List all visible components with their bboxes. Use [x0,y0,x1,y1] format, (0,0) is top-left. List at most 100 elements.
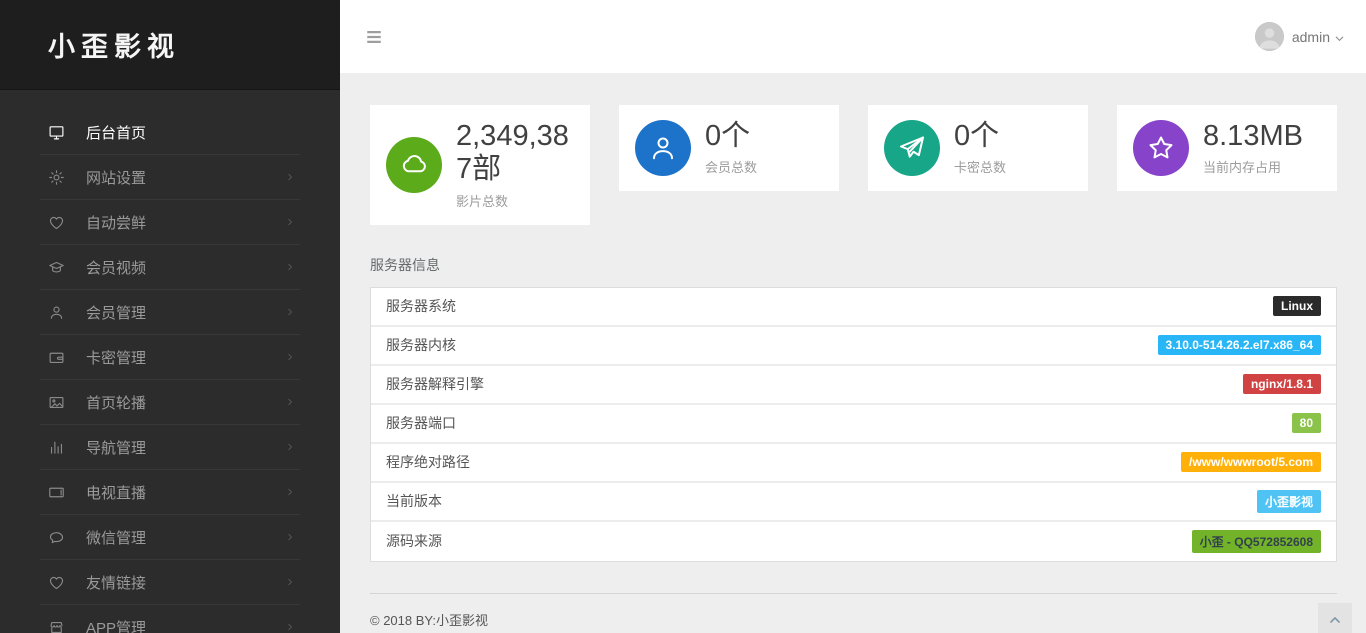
server-info-label: 当前版本 [386,491,442,511]
copyright-text: © 2018 BY:小歪影视 [370,613,488,628]
sidebar-item[interactable]: 导航管理 [40,425,300,470]
desktop-icon [48,124,65,141]
stat-label: 影片总数 [456,191,574,210]
server-info-badge: Linux [1273,296,1321,316]
stat-label: 当前内存占用 [1203,157,1303,176]
scroll-top-button[interactable] [1318,603,1352,633]
sidebar-item-label: 会员管理 [86,302,146,323]
chat-icon [48,529,65,546]
sidebar-item-label: 卡密管理 [86,347,146,368]
topbar: admin [340,0,1366,73]
chevron-down-icon [1334,31,1345,42]
server-info-label: 服务器内核 [386,335,456,355]
server-info-badge: 小歪 - QQ572852608 [1192,530,1321,553]
sidebar-item[interactable]: 网站设置 [40,155,300,200]
server-info-row: 源码来源 小歪 - QQ572852608 [371,522,1336,561]
stat-card: 2,349,387部 影片总数 [370,105,590,225]
sidebar-item[interactable]: 后台首页 [40,110,300,155]
stat-card: 0个 会员总数 [619,105,839,191]
sidebar-item-label: 网站设置 [86,167,146,188]
server-info-badge: /www/wwwroot/5.com [1181,452,1321,472]
user-avatar [1255,22,1284,51]
chevron-right-icon [284,441,296,453]
sidebar-nav: 后台首页 网站设置 自动尝鲜 会员视频 会员管理 卡密管理 [0,90,340,633]
stat-value: 0个 [705,120,757,153]
sidebar-item[interactable]: 电视直播 [40,470,300,515]
server-info-badge: 80 [1292,413,1321,433]
server-info-row: 服务器解释引擎 nginx/1.8.1 [371,366,1336,405]
server-info-label: 程序绝对路径 [386,452,470,472]
chevron-right-icon [284,576,296,588]
sidebar-item[interactable]: 自动尝鲜 [40,200,300,245]
chevron-up-icon [1328,613,1342,627]
stats-row: 2,349,387部 影片总数 0个 会员总数 0个 卡密总数 8.13MB 当… [370,105,1337,225]
gear-icon [48,169,65,186]
server-info-badge: nginx/1.8.1 [1243,374,1321,394]
sidebar-item[interactable]: 友情链接 [40,560,300,605]
stat-text: 0个 会员总数 [705,120,757,176]
server-info-row: 服务器系统 Linux [371,288,1336,327]
server-info-badge: 小歪影视 [1257,490,1321,513]
user-menu[interactable]: admin [1255,22,1345,51]
hamburger-icon[interactable] [365,28,383,46]
tv-icon [48,484,65,501]
stat-label: 卡密总数 [954,157,1006,176]
stat-card: 8.13MB 当前内存占用 [1117,105,1337,191]
stat-text: 8.13MB 当前内存占用 [1203,120,1303,176]
graduation-cap-icon [48,259,65,276]
server-info-row: 当前版本 小歪影视 [371,483,1336,522]
server-info-title: 服务器信息 [370,255,1337,275]
sidebar-item[interactable]: 会员管理 [40,290,300,335]
sidebar-item[interactable]: 微信管理 [40,515,300,560]
stat-label: 会员总数 [705,157,757,176]
chevron-right-icon [284,486,296,498]
chevron-right-icon [284,171,296,183]
server-info-table: 服务器系统 Linux 服务器内核 3.10.0-514.26.2.el7.x8… [370,287,1337,562]
stat-text: 2,349,387部 影片总数 [456,120,574,210]
paper-plane-icon [884,120,940,176]
sidebar-item-label: 后台首页 [86,122,146,143]
user-icon [48,304,65,321]
server-info-section: 服务器信息 服务器系统 Linux 服务器内核 3.10.0-514.26.2.… [370,255,1337,562]
sidebar-header: 小歪影视 [0,0,340,90]
stat-value: 0个 [954,120,1006,153]
username: admin [1292,29,1330,45]
main-area: admin 2,349,387部 影片总数 0个 会员总数 0个 卡密总 [340,0,1366,633]
stats-icon [48,439,65,456]
chevron-right-icon [284,396,296,408]
server-info-label: 源码来源 [386,531,442,551]
sidebar-item[interactable]: 卡密管理 [40,335,300,380]
stat-card: 0个 卡密总数 [868,105,1088,191]
server-info-row: 服务器内核 3.10.0-514.26.2.el7.x86_64 [371,327,1336,366]
sidebar-item[interactable]: APP管理 [40,605,300,633]
stat-value: 2,349,387部 [456,120,574,187]
sidebar-item-label: 电视直播 [86,482,146,503]
sidebar-item-label: 首页轮播 [86,392,146,413]
chevron-right-icon [284,261,296,273]
app-logo: 小歪影视 [48,25,180,64]
sidebar-item[interactable]: 首页轮播 [40,380,300,425]
sidebar-item-label: 导航管理 [86,437,146,458]
sidebar-item-label: 自动尝鲜 [86,212,146,233]
wallet-icon [48,349,65,366]
heart-icon [48,214,65,231]
footer: © 2018 BY:小歪影视 [370,593,1337,633]
chevron-right-icon [284,351,296,363]
user-icon [635,120,691,176]
sidebar: 小歪影视 后台首页 网站设置 自动尝鲜 会员视频 会员管理 [0,0,340,633]
stat-value: 8.13MB [1203,120,1303,153]
server-info-label: 服务器端口 [386,413,456,433]
content: 2,349,387部 影片总数 0个 会员总数 0个 卡密总数 8.13MB 当… [340,73,1366,633]
cloud-icon [386,137,442,193]
chevron-right-icon [284,306,296,318]
chevron-right-icon [284,216,296,228]
chevron-right-icon [284,621,296,633]
sidebar-item-label: APP管理 [86,617,146,633]
image-icon [48,394,65,411]
stat-text: 0个 卡密总数 [954,120,1006,176]
app-window: 小歪影视 后台首页 网站设置 自动尝鲜 会员视频 会员管理 [0,0,1366,633]
star-icon [1133,120,1189,176]
sidebar-item[interactable]: 会员视频 [40,245,300,290]
heart-icon [48,574,65,591]
sidebar-item-label: 友情链接 [86,572,146,593]
